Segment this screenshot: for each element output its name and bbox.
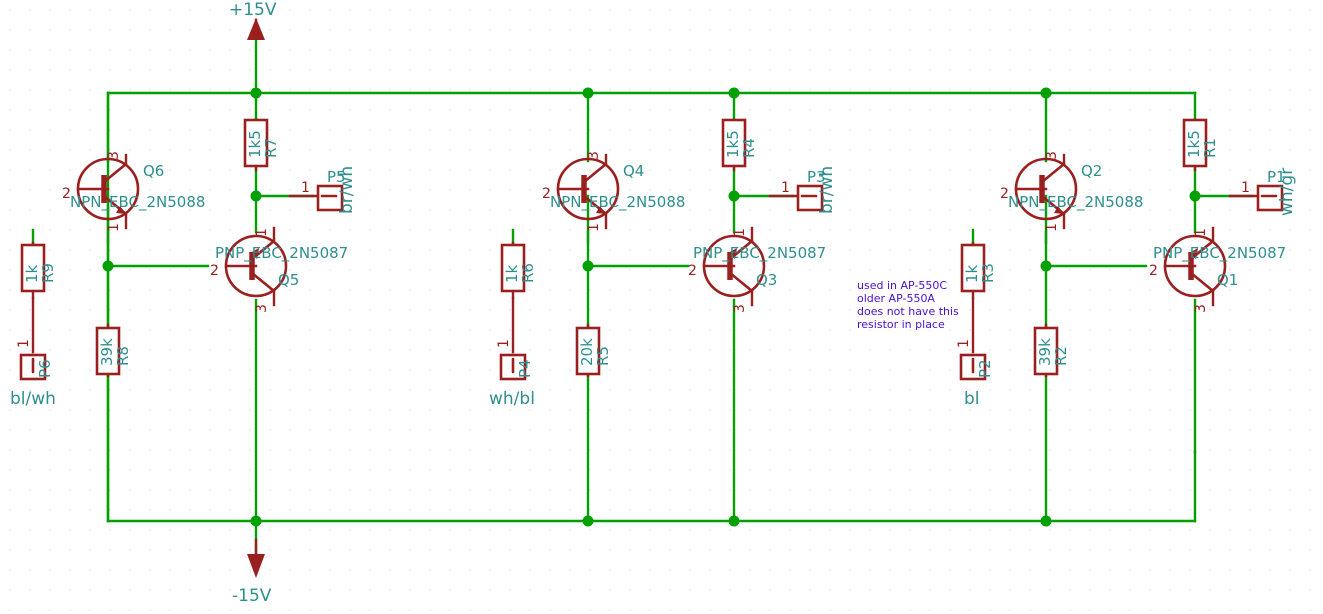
transistor-q5-value: PNP_EBC_2N5087 <box>215 244 348 263</box>
resistor-r5[interactable]: 20k R5 <box>575 323 612 378</box>
resistor-r5-ref: R5 <box>594 346 612 366</box>
stage-left: 1k5 R7 3 2 1 Q6 NPN_EBC_2N5088 1 2 3 Q5 … <box>10 118 357 409</box>
transistor-q2[interactable]: 3 2 1 Q2 NPN_EBC_2N5088 <box>1000 151 1143 232</box>
annotation-line-1: used in AP-550C <box>857 279 947 292</box>
resistor-r9-ref: R9 <box>39 263 57 283</box>
connector-p5-net: br/wh <box>337 166 357 214</box>
transistor-q2-pin3: 3 <box>1044 151 1060 160</box>
annotation-note[interactable]: used in AP-550C older AP-550A does not h… <box>857 279 959 331</box>
resistor-r6-ref: R6 <box>519 263 537 283</box>
power-label-positive: +15V <box>229 0 277 20</box>
transistor-q1-pin1: 1 <box>1193 228 1209 237</box>
resistor-r3[interactable]: 1k R3 <box>960 241 997 300</box>
transistor-q5-pin2: 2 <box>210 263 219 279</box>
stage-middle: 1k5 R4 3 2 1 Q4 NPN_EBC_2N5088 1 2 3 Q3 … <box>489 118 837 409</box>
power-symbol-positive[interactable]: +15V <box>229 0 277 40</box>
transistor-q2-value: NPN_EBC_2N5088 <box>1008 193 1143 212</box>
resistor-r1[interactable]: 1k5 R1 <box>1182 118 1219 172</box>
connector-p2[interactable]: 1 P2 bl <box>956 296 994 409</box>
transistor-q3-pin1: 1 <box>732 228 748 237</box>
connector-p4-ref: P4 <box>516 359 534 378</box>
transistor-q5-pin1: 1 <box>254 228 270 237</box>
resistor-r7[interactable]: 1k5 R7 <box>243 118 280 172</box>
connector-p4-pin: 1 <box>496 339 512 348</box>
annotation-line-3: does not have this <box>857 305 959 318</box>
net-wires <box>31 34 1255 562</box>
connector-p5[interactable]: 1 P5 br/wh <box>288 166 357 214</box>
connector-p4[interactable]: 1 P4 wh/bl <box>489 296 535 409</box>
transistor-q3-pin2: 2 <box>688 263 697 279</box>
schematic-sheet: +15V -15V 1k5 R7 3 2 1 Q6 NPN_EBC_2N5088… <box>0 0 1323 614</box>
power-label-negative: -15V <box>232 586 272 606</box>
connector-p6-pin: 1 <box>16 339 32 348</box>
connector-p1[interactable]: 1 P1 wh/gr <box>1228 168 1297 216</box>
stage-right: 1k5 R1 3 2 1 Q2 NPN_EBC_2N5088 1 2 3 Q1 … <box>956 118 1297 409</box>
transistor-q4-ref: Q4 <box>623 162 644 180</box>
connector-p2-ref: P2 <box>976 359 994 378</box>
transistor-q3-value: PNP_EBC_2N5087 <box>693 244 826 263</box>
transistor-q2-ref: Q2 <box>1081 162 1102 180</box>
transistor-q3-pin3: 3 <box>732 304 748 313</box>
connector-p1-net: wh/gr <box>1277 168 1297 216</box>
resistor-r8-ref: R8 <box>114 346 132 366</box>
transistor-q4[interactable]: 3 2 1 Q4 NPN_EBC_2N5088 <box>542 151 685 232</box>
resistor-r9[interactable]: 1k R9 <box>20 241 57 300</box>
connector-p6-net: bl/wh <box>10 389 56 409</box>
resistor-r2-ref: R2 <box>1052 346 1070 366</box>
transistor-q3-ref: Q3 <box>756 271 777 289</box>
resistor-r2[interactable]: 39k R2 <box>1033 323 1070 378</box>
resistor-r8[interactable]: 39k R8 <box>95 323 132 378</box>
transistor-q2-pin1: 1 <box>1044 223 1060 232</box>
resistor-r4[interactable]: 1k5 R4 <box>721 118 758 172</box>
transistor-q4-pin1: 1 <box>586 223 602 232</box>
connector-p3[interactable]: 1 P3 br/wh <box>768 166 837 214</box>
connector-p5-pin: 1 <box>301 180 310 196</box>
transistor-q1-pin3: 3 <box>1193 304 1209 313</box>
transistor-q5-pin3: 3 <box>254 304 270 313</box>
transistor-q1-value: PNP_EBC_2N5087 <box>1153 244 1286 263</box>
resistor-r1-ref: R1 <box>1201 138 1219 158</box>
transistor-q6[interactable]: 3 2 1 Q6 NPN_EBC_2N5088 <box>62 151 205 232</box>
connector-p1-pin: 1 <box>1241 180 1250 196</box>
power-symbol-negative[interactable]: -15V <box>232 538 272 606</box>
schematic-canvas: +15V -15V 1k5 R7 3 2 1 Q6 NPN_EBC_2N5088… <box>10 0 1297 606</box>
transistor-q5-ref: Q5 <box>278 271 299 289</box>
transistor-q6-pin3: 3 <box>106 151 122 160</box>
annotation-line-2: older AP-550A <box>857 292 935 305</box>
annotation-line-4: resistor in place <box>857 318 945 331</box>
resistor-r3-ref: R3 <box>979 263 997 283</box>
connector-p6[interactable]: 1 P6 bl/wh <box>10 296 56 409</box>
transistor-q3[interactable]: 1 2 3 Q3 PNP_EBC_2N5087 <box>688 226 826 313</box>
resistor-r6[interactable]: 1k R6 <box>500 241 537 300</box>
transistor-q1[interactable]: 1 2 3 Q1 PNP_EBC_2N5087 <box>1149 226 1286 313</box>
connector-p2-net: bl <box>964 389 980 409</box>
transistor-q6-pin1: 1 <box>106 223 122 232</box>
connector-p3-net: br/wh <box>817 166 837 214</box>
transistor-q4-pin3: 3 <box>586 151 602 160</box>
connector-p2-pin: 1 <box>956 339 972 348</box>
transistor-q1-pin2: 2 <box>1149 263 1158 279</box>
transistor-q6-ref: Q6 <box>143 162 164 180</box>
resistor-r4-ref: R4 <box>740 138 758 158</box>
connector-p6-ref: P6 <box>36 359 54 378</box>
connector-p4-net: wh/bl <box>489 389 535 409</box>
connector-p3-pin: 1 <box>781 180 790 196</box>
resistor-r7-ref: R7 <box>262 138 280 158</box>
transistor-q5[interactable]: 1 2 3 Q5 PNP_EBC_2N5087 <box>210 226 348 313</box>
transistor-q6-value: NPN_EBC_2N5088 <box>70 193 205 212</box>
transistor-q1-ref: Q1 <box>1217 271 1238 289</box>
transistor-q4-value: NPN_EBC_2N5088 <box>550 193 685 212</box>
